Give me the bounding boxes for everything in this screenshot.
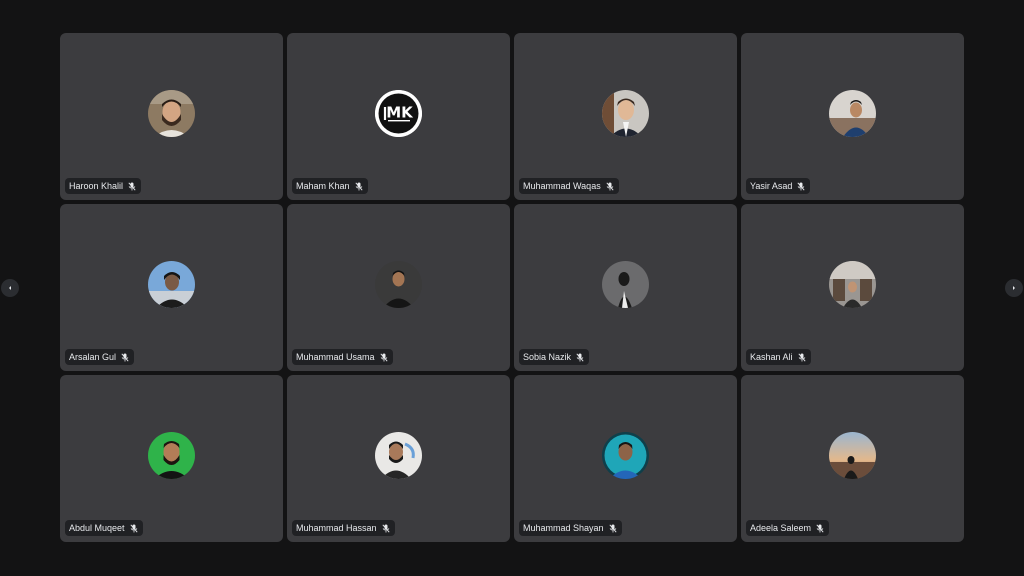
participant-name: Sobia Nazik <box>523 352 572 362</box>
participant-tile[interactable]: Muhammad Hassan <box>287 375 510 542</box>
participant-name-tag: Muhammad Usama <box>292 349 393 365</box>
participant-name-tag: Abdul Muqeet <box>65 520 143 536</box>
participant-tile[interactable]: MK Maham Khan <box>287 33 510 200</box>
participant-avatar <box>148 431 195 479</box>
mic-off-icon <box>609 524 617 533</box>
participant-avatar <box>602 260 649 308</box>
mk-logo-avatar: MK <box>375 89 422 137</box>
participant-tile[interactable]: Haroon Khalil <box>60 33 283 200</box>
participant-name-tag: Haroon Khalil <box>65 178 142 194</box>
mk-logo-text: MK <box>386 103 414 121</box>
participant-grid: Haroon Khalil MK Maham Khan Muhammad Waq… <box>60 33 964 543</box>
next-page-button[interactable] <box>1005 279 1023 297</box>
participant-tile[interactable]: Arsalan Gul <box>60 204 283 371</box>
mic-off-icon <box>379 353 388 362</box>
participant-name: Kashan Ali <box>750 352 793 362</box>
participant-avatar <box>829 89 876 137</box>
participant-tile[interactable]: Adeela Saleem <box>741 375 964 542</box>
mic-off-icon <box>606 182 614 191</box>
participant-name-tag: Muhammad Waqas <box>519 178 619 194</box>
participant-name-tag: Maham Khan <box>292 178 368 194</box>
participant-name: Adeela Saleem <box>750 523 812 533</box>
participant-name-tag: Yasir Asad <box>746 178 811 194</box>
chevron-left-icon <box>7 285 13 291</box>
participant-name: Abdul Muqeet <box>69 523 125 533</box>
participant-name: Arsalan Gul <box>69 352 117 362</box>
mic-off-icon <box>816 524 824 533</box>
participant-tile[interactable]: Muhammad Waqas <box>514 33 737 200</box>
participant-name: Yasir Asad <box>750 181 793 191</box>
participant-name-tag: Sobia Nazik <box>519 349 590 365</box>
participant-tile[interactable]: Sobia Nazik <box>514 204 737 371</box>
mic-off-icon <box>797 182 805 191</box>
participant-avatar <box>829 431 876 479</box>
participant-tile[interactable]: Muhammad Usama <box>287 204 510 371</box>
participant-name: Muhammad Hassan <box>296 523 377 533</box>
participant-avatar <box>375 260 422 308</box>
participant-tile[interactable]: Yasir Asad <box>741 33 964 200</box>
participant-name: Muhammad Shayan <box>523 523 604 533</box>
previous-page-button[interactable] <box>1 279 19 297</box>
participant-name-tag: Adeela Saleem <box>746 520 830 536</box>
participant-tile[interactable]: Kashan Ali <box>741 204 964 371</box>
participant-name: Muhammad Usama <box>296 352 375 362</box>
participant-avatar <box>148 89 195 137</box>
participant-name-tag: Muhammad Hassan <box>292 520 395 536</box>
participant-name: Muhammad Waqas <box>523 181 601 191</box>
participant-name-tag: Kashan Ali <box>746 349 811 365</box>
participant-name: Haroon Khalil <box>69 181 124 191</box>
participant-avatar <box>148 260 195 308</box>
mic-off-icon <box>130 524 138 533</box>
mic-off-icon <box>797 353 806 362</box>
participant-avatar <box>602 431 649 479</box>
participant-avatar <box>602 89 649 137</box>
mic-off-icon <box>121 353 129 362</box>
mic-off-icon <box>576 353 584 362</box>
mic-off-icon <box>382 524 390 533</box>
participant-tile[interactable]: Muhammad Shayan <box>514 375 737 542</box>
participant-tile[interactable]: Abdul Muqeet <box>60 375 283 542</box>
participant-name: Maham Khan <box>296 181 350 191</box>
participant-name-tag: Arsalan Gul <box>65 349 135 365</box>
participant-avatar <box>375 431 422 479</box>
chevron-right-icon <box>1011 285 1017 291</box>
participant-avatar <box>829 260 876 308</box>
mic-off-icon <box>354 182 363 191</box>
participant-name-tag: Muhammad Shayan <box>519 520 622 536</box>
mic-off-icon <box>128 182 136 191</box>
